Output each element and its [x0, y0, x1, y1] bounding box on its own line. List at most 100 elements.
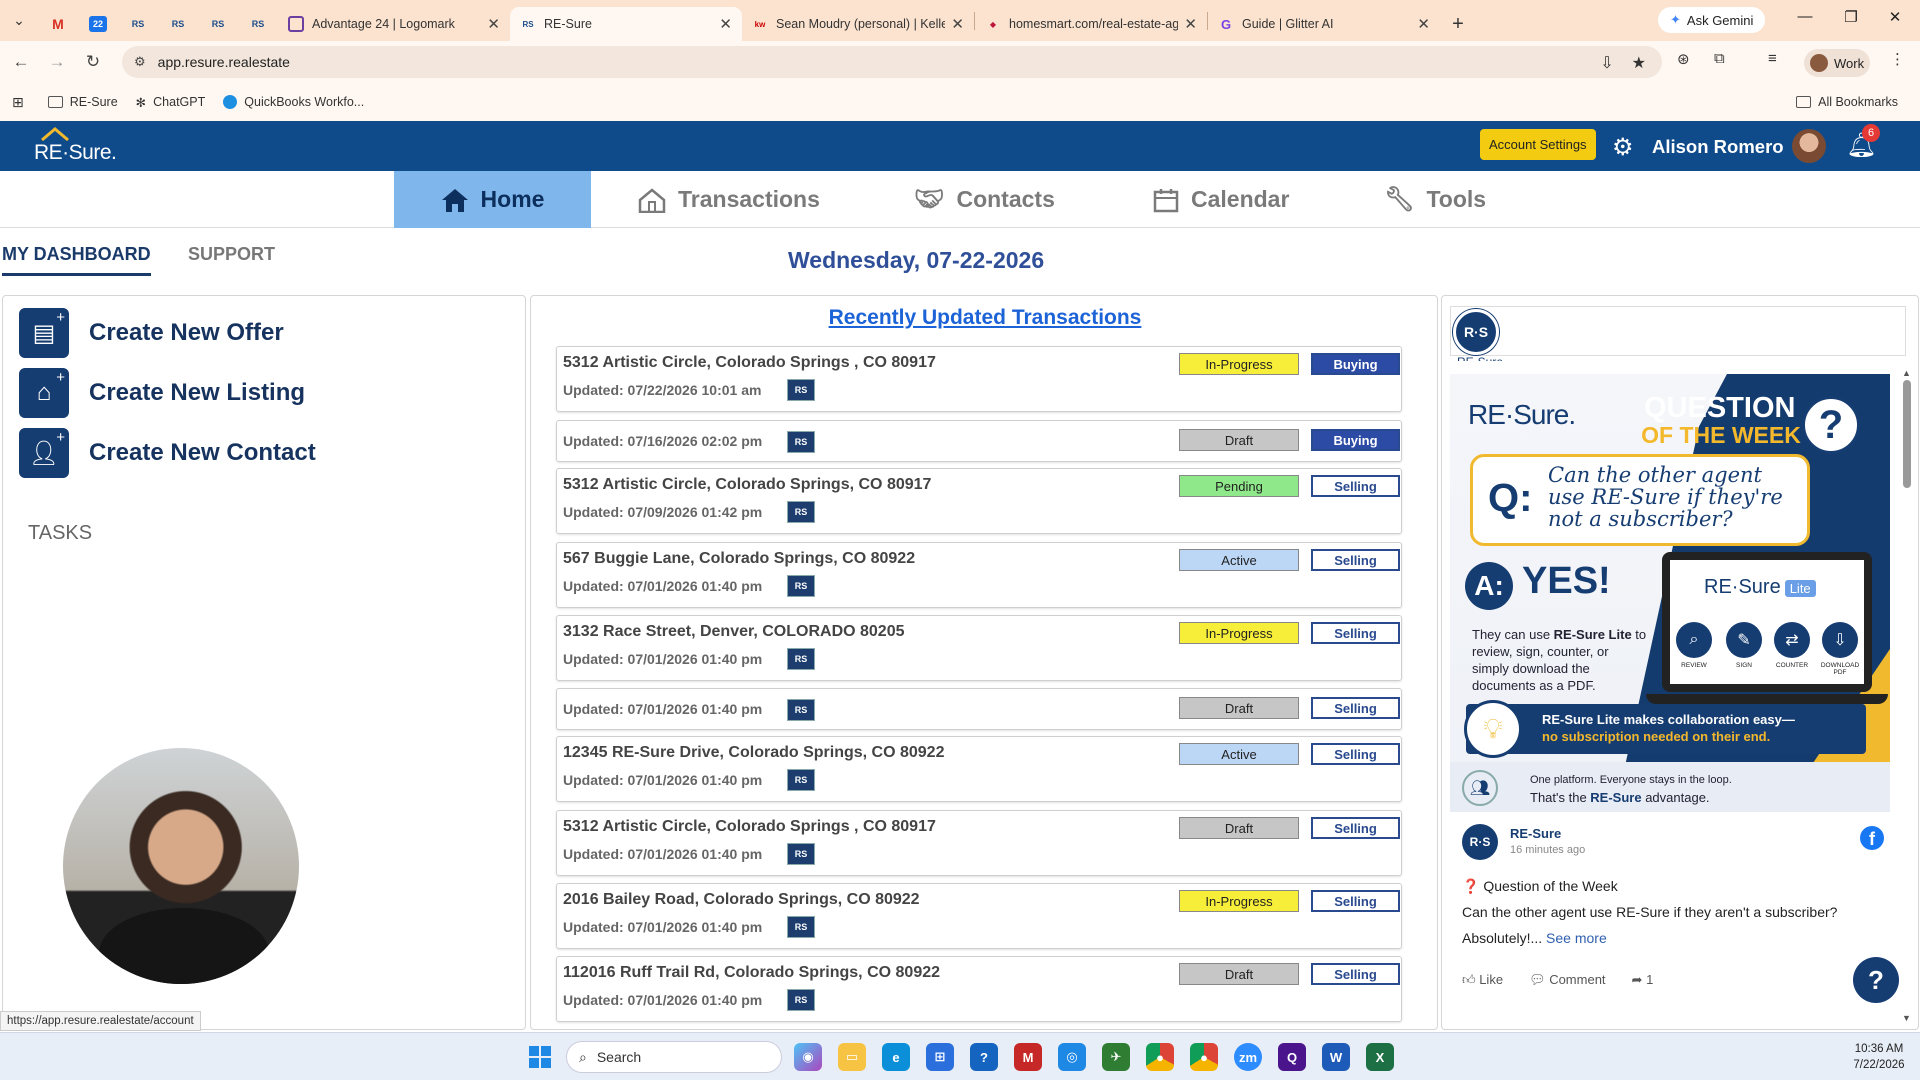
windows-start-icon[interactable] [526, 1043, 554, 1071]
browser-tab[interactable]: ◆ homesmart.com/real-estate-ag ✕ [975, 7, 1207, 41]
url-bar[interactable]: ⚙ app.resure.realestate ⇩ ★ [122, 46, 1662, 78]
transaction-card[interactable]: Updated: 07/01/2026 01:40 pm RS Draft Selli… [556, 688, 1402, 730]
restore-icon[interactable]: ❐ [1836, 8, 1866, 26]
all-bookmarks[interactable]: All Bookmarks [1796, 95, 1898, 109]
extension-icon[interactable]: ⊛ [1677, 50, 1690, 68]
transaction-card[interactable]: 112016 Ruff Trail Rd, Colorado Springs, … [556, 956, 1402, 1022]
facebook-page-header[interactable]: R·S RE-Sure [1450, 306, 1906, 361]
close-tab-icon[interactable]: ✕ [1417, 15, 1430, 33]
webcam-overlay[interactable] [63, 748, 299, 984]
resure-badge-icon[interactable]: RS [787, 769, 815, 791]
scroll-down-icon[interactable]: ▼ [1902, 1013, 1911, 1023]
zoom-icon[interactable]: zm [1234, 1043, 1262, 1071]
ask-gemini-button[interactable]: ✦ Ask Gemini [1658, 7, 1766, 33]
help-app-icon[interactable]: ? [970, 1043, 998, 1071]
question-of-week-image[interactable]: RE·Sure. QUESTION OF THE WEEK ? Q: Can t… [1450, 374, 1890, 812]
edge-beta-icon[interactable]: ◎ [1058, 1043, 1086, 1071]
resure-badge-icon[interactable]: RS [787, 699, 815, 721]
new-tab-button[interactable]: + [1440, 7, 1476, 41]
mcafee-icon[interactable]: M [1014, 1043, 1042, 1071]
chrome-icon[interactable]: ● [1146, 1043, 1174, 1071]
transaction-card[interactable]: 567 Buggie Lane, Colorado Springs, CO 80… [556, 542, 1402, 608]
edge-icon[interactable]: e [882, 1043, 910, 1071]
bookmark-resure[interactable]: RE-Sure [47, 95, 118, 109]
tab-my-dashboard[interactable]: MY DASHBOARD [2, 244, 151, 276]
comment-button[interactable]: 💬︎ Comment [1529, 972, 1605, 988]
see-more-link[interactable]: See more [1546, 930, 1607, 946]
browser-tab[interactable]: kw Sean Moudry (personal) | Keller ✕ [742, 7, 974, 41]
transaction-card[interactable]: Updated: 07/16/2026 02:02 pm RS Draft Buyin… [556, 420, 1402, 462]
bookmark-star-icon[interactable]: ★ [1632, 53, 1646, 73]
minimize-icon[interactable]: — [1790, 8, 1820, 25]
feed-scrollbar[interactable]: ▲ ▼ [1900, 368, 1914, 1028]
help-button[interactable]: ? [1853, 957, 1899, 1003]
excel-icon[interactable]: X [1366, 1043, 1394, 1071]
transaction-card[interactable]: 2016 Bailey Road, Colorado Springs, CO 8… [556, 883, 1402, 949]
forward-icon[interactable]: → [42, 52, 72, 72]
create-new-listing-button[interactable]: ⌂ + Create New Listing [19, 368, 305, 418]
recent-transactions-title[interactable]: Recently Updated Transactions [531, 306, 1439, 330]
transaction-card[interactable]: 3132 Race Street, Denver, COLORADO 80205… [556, 615, 1402, 681]
site-info-icon[interactable]: ⚙ [134, 54, 146, 70]
post-author-avatar[interactable]: R·S [1462, 824, 1498, 860]
back-icon[interactable]: ← [6, 52, 36, 72]
create-new-contact-button[interactable]: 👤︎ + Create New Contact [19, 428, 316, 478]
store-icon[interactable]: ⊞ [926, 1043, 954, 1071]
nav-contacts[interactable]: 🤝︎ Contacts [914, 171, 1055, 228]
resure-badge-icon[interactable]: RS [787, 379, 815, 401]
scroll-up-icon[interactable]: ▲ [1902, 368, 1911, 378]
resure-badge-icon[interactable]: RS [787, 648, 815, 670]
resure-badge-icon[interactable]: RS [787, 575, 815, 597]
close-tab-icon[interactable]: ✕ [1184, 15, 1197, 33]
scrollbar-thumb[interactable] [1903, 380, 1911, 488]
user-name[interactable]: Alison Romero [1652, 136, 1784, 158]
share-button[interactable]: ➦ 1 [1632, 972, 1654, 988]
tab-support[interactable]: SUPPORT [188, 244, 275, 265]
like-button[interactable]: 👍︎ Like [1462, 972, 1503, 988]
transaction-card[interactable]: 12345 RE-Sure Drive, Colorado Springs, C… [556, 736, 1402, 802]
photos-pro-icon[interactable]: ✈ [1102, 1043, 1130, 1071]
pinned-tab-resure[interactable]: RS [238, 7, 278, 41]
resure-badge-icon[interactable]: RS [787, 501, 815, 523]
pinned-tab-resure[interactable]: RS [198, 7, 238, 41]
post-author[interactable]: RE-Sure [1510, 826, 1561, 841]
create-new-offer-button[interactable]: ▤ + Create New Offer [19, 308, 284, 358]
browser-tab-active[interactable]: RS RE-Sure ✕ [510, 7, 742, 41]
app-q-icon[interactable]: Q [1278, 1043, 1306, 1071]
nav-calendar[interactable]: Calendar [1153, 171, 1289, 228]
chrome-profile-icon[interactable]: ● [1190, 1043, 1218, 1071]
reload-icon[interactable]: ↻ [78, 52, 108, 72]
resure-badge-icon[interactable]: RS [787, 989, 815, 1011]
file-explorer-icon[interactable]: ▭ [838, 1043, 866, 1071]
system-clock[interactable]: 10:36 AM 7/22/2026 [1844, 1041, 1914, 1073]
browser-tab[interactable]: Advantage 24 | Logomark ✕ [278, 7, 510, 41]
bookmark-chatgpt[interactable]: ✻ ChatGPT [136, 95, 206, 110]
pinned-tab-gmail[interactable]: M [38, 7, 78, 41]
profile-button[interactable]: Work [1804, 49, 1870, 77]
close-tab-icon[interactable]: ✕ [487, 15, 500, 33]
install-app-icon[interactable]: ⇩ [1600, 53, 1613, 73]
transaction-card[interactable]: 5312 Artistic Circle, Colorado Springs ,… [556, 810, 1402, 876]
pinned-tab-calendar[interactable]: 22 [78, 7, 118, 41]
copilot-icon[interactable]: ◉ [794, 1043, 822, 1071]
taskbar-search[interactable]: ⌕ Search [566, 1041, 782, 1073]
avatar[interactable] [1792, 129, 1826, 163]
pinned-tab-resure[interactable]: RS [118, 7, 158, 41]
transaction-card[interactable]: 5312 Artistic Circle, Colorado Springs ,… [556, 346, 1402, 412]
nav-transactions[interactable]: Transactions [638, 171, 820, 228]
resure-badge-icon[interactable]: RS [787, 843, 815, 865]
pinned-tab-resure[interactable]: RS [158, 7, 198, 41]
bookmark-quickbooks[interactable]: QuickBooks Workfo... [223, 95, 364, 109]
menu-dots-icon[interactable]: ⋮ [1890, 50, 1905, 68]
nav-home[interactable]: Home [394, 171, 591, 228]
transaction-card[interactable]: 5312 Artistic Circle, Colorado Springs, … [556, 468, 1402, 534]
close-tab-icon[interactable]: ✕ [719, 15, 732, 33]
resure-badge-icon[interactable]: RS [787, 431, 815, 453]
browser-tab[interactable]: G Guide | Glitter AI ✕ [1208, 7, 1440, 41]
resure-badge-icon[interactable]: RS [787, 916, 815, 938]
gear-icon[interactable]: ⚙ [1612, 133, 1634, 162]
apps-grid-icon[interactable]: ⊞ [12, 94, 24, 111]
extensions-puzzle-icon[interactable]: ⧉ [1714, 50, 1725, 67]
facebook-icon[interactable]: f [1860, 826, 1884, 850]
post-time[interactable]: 16 minutes ago [1510, 844, 1585, 856]
